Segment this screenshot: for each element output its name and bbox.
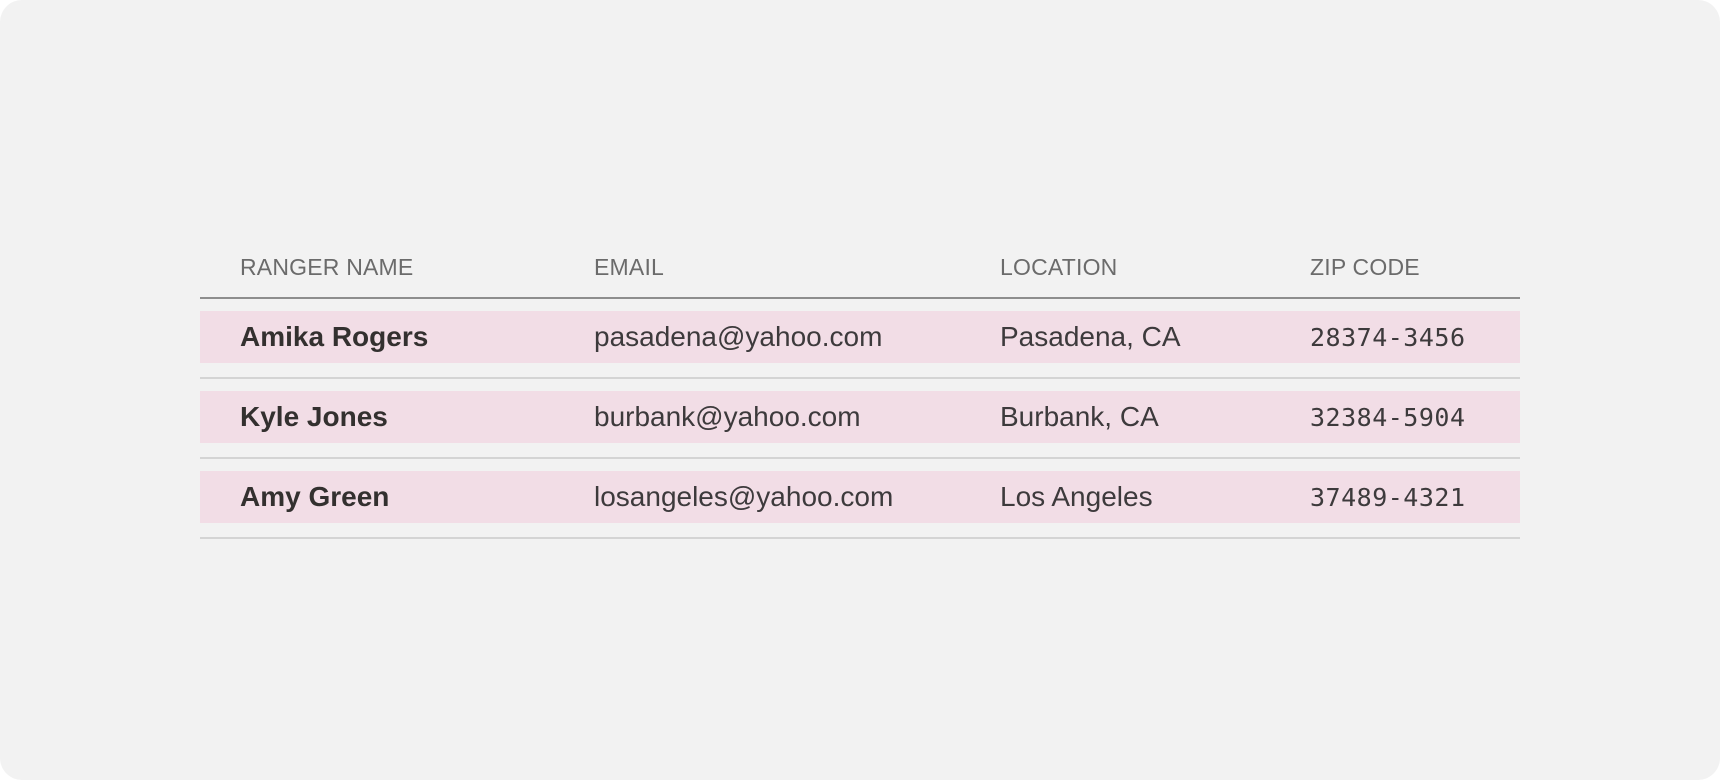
table-row[interactable]: Amika Rogers pasadena@yahoo.com Pasadena…: [200, 311, 1520, 363]
ranger-name-cell: Amy Green: [240, 481, 390, 512]
email-cell[interactable]: losangeles@yahoo.com: [594, 481, 893, 513]
column-header-location[interactable]: LOCATION: [1000, 254, 1117, 281]
email-cell[interactable]: burbank@yahoo.com: [594, 401, 861, 433]
zip-code-cell: 32384-5904: [1310, 403, 1466, 432]
content-card: RANGER NAME EMAIL LOCATION ZIP CODE Amik…: [0, 0, 1720, 780]
email-cell[interactable]: pasadena@yahoo.com: [594, 321, 882, 353]
ranger-name-cell: Amika Rogers: [240, 321, 429, 352]
column-header-email[interactable]: EMAIL: [594, 254, 664, 281]
table-row-wrapper: Amy Green losangeles@yahoo.com Los Angel…: [200, 459, 1520, 539]
location-cell: Los Angeles: [1000, 481, 1153, 512]
table-row-wrapper: Amika Rogers pasadena@yahoo.com Pasadena…: [200, 299, 1520, 379]
zip-code-cell: 37489-4321: [1310, 483, 1466, 512]
ranger-name-cell: Kyle Jones: [240, 401, 388, 432]
zip-code-cell: 28374-3456: [1310, 323, 1466, 352]
table-row-wrapper: Kyle Jones burbank@yahoo.com Burbank, CA…: [200, 379, 1520, 459]
rangers-table: RANGER NAME EMAIL LOCATION ZIP CODE Amik…: [200, 240, 1520, 539]
table-header: RANGER NAME EMAIL LOCATION ZIP CODE: [200, 240, 1520, 299]
table-row[interactable]: Kyle Jones burbank@yahoo.com Burbank, CA…: [200, 391, 1520, 443]
column-header-zip-code[interactable]: ZIP CODE: [1310, 254, 1420, 281]
table-row[interactable]: Amy Green losangeles@yahoo.com Los Angel…: [200, 471, 1520, 523]
location-cell: Burbank, CA: [1000, 401, 1159, 432]
location-cell: Pasadena, CA: [1000, 321, 1181, 352]
column-header-ranger-name[interactable]: RANGER NAME: [240, 254, 413, 281]
